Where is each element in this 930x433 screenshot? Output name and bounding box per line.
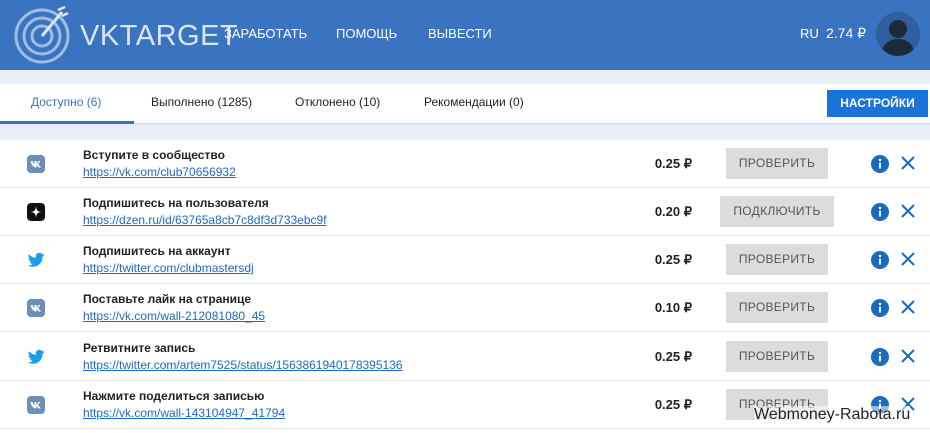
brand-name[interactable]: VKTARGET xyxy=(80,20,238,52)
avatar[interactable] xyxy=(876,12,920,56)
check-button[interactable]: ПРОВЕРИТЬ xyxy=(726,244,828,275)
close-icon[interactable] xyxy=(900,251,916,267)
task-price: 0.25 ₽ xyxy=(654,156,692,171)
active-tab-indicator xyxy=(0,121,134,124)
tab-rejected[interactable]: Отклонено (10) xyxy=(295,95,380,109)
check-button[interactable]: ПРОВЕРИТЬ xyxy=(726,292,828,323)
info-icon[interactable] xyxy=(871,155,889,173)
nav-withdraw[interactable]: ВЫВЕСТИ xyxy=(428,26,492,42)
language-selector[interactable]: RU xyxy=(800,26,819,42)
task-row: Ретвитните запись https://twitter.com/ar… xyxy=(0,333,930,381)
dzen-icon xyxy=(27,203,45,221)
tab-available[interactable]: Доступно (6) xyxy=(31,95,101,109)
check-button[interactable]: ПРОВЕРИТЬ xyxy=(726,148,828,179)
vk-icon xyxy=(27,155,45,173)
user-silhouette-icon xyxy=(881,20,915,56)
task-link[interactable]: https://twitter.com/clubmastersdj xyxy=(83,261,254,275)
settings-button[interactable]: НАСТРОЙКИ xyxy=(827,90,928,117)
task-row: Подпишитесь на аккаунт https://twitter.c… xyxy=(0,236,930,284)
task-price: 0.20 ₽ xyxy=(654,204,692,219)
twitter-icon xyxy=(27,349,45,364)
close-icon[interactable] xyxy=(900,155,916,171)
tab-recommendations[interactable]: Рекомендации (0) xyxy=(424,95,524,109)
info-icon[interactable] xyxy=(871,203,889,221)
top-header: VKTARGET ЗАРАБОТАТЬ ПОМОЩЬ ВЫВЕСТИ RU 2.… xyxy=(0,0,930,70)
task-title: Вступите в сообщество xyxy=(83,148,225,162)
info-icon[interactable] xyxy=(871,348,889,366)
vk-icon xyxy=(27,299,45,317)
close-icon[interactable] xyxy=(900,348,916,364)
task-title: Ретвитните запись xyxy=(83,341,196,355)
task-price: 0.25 ₽ xyxy=(654,252,692,267)
task-link[interactable]: https://vk.com/wall-212081080_45 xyxy=(83,309,265,323)
check-button[interactable]: ПРОВЕРИТЬ xyxy=(726,341,828,372)
task-price: 0.25 ₽ xyxy=(654,349,692,364)
task-row: Подпишитесь на пользователя https://dzen… xyxy=(0,188,930,236)
task-link[interactable]: https://vk.com/wall-143104947_41794 xyxy=(83,406,285,420)
nav-help[interactable]: ПОМОЩЬ xyxy=(336,26,397,42)
task-link[interactable]: https://twitter.com/artem7525/status/156… xyxy=(83,358,403,372)
close-icon[interactable] xyxy=(900,203,916,219)
task-list: Вступите в сообщество https://vk.com/clu… xyxy=(0,140,930,433)
task-title: Поставьте лайк на странице xyxy=(83,292,252,306)
site-watermark: Webmoney-Rabota.ru xyxy=(754,406,911,424)
task-link[interactable]: https://dzen.ru/id/63765a8cb7c8df3d733eb… xyxy=(83,213,327,227)
balance-amount: 2.74 ₽ xyxy=(826,25,867,41)
task-price: 0.10 ₽ xyxy=(654,300,692,315)
task-row: Вступите в сообщество https://vk.com/clu… xyxy=(0,140,930,188)
task-price: 0.25 ₽ xyxy=(654,397,692,412)
task-title: Подпишитесь на пользователя xyxy=(83,196,269,210)
target-logo-icon[interactable] xyxy=(12,4,72,64)
task-title: Нажмите поделиться записью xyxy=(83,389,265,403)
nav-earn[interactable]: ЗАРАБОТАТЬ xyxy=(224,26,307,42)
task-row: Поставьте лайк на странице https://vk.co… xyxy=(0,284,930,332)
close-icon[interactable] xyxy=(900,299,916,315)
twitter-icon xyxy=(27,252,45,267)
tabs-bar: Доступно (6) Выполнено (1285) Отклонено … xyxy=(0,84,930,124)
vk-icon xyxy=(27,396,45,414)
task-link[interactable]: https://vk.com/club70656932 xyxy=(83,165,236,179)
connect-button[interactable]: ПОДКЛЮЧИТЬ xyxy=(720,196,834,227)
info-icon[interactable] xyxy=(871,251,889,269)
tab-completed[interactable]: Выполнено (1285) xyxy=(151,95,252,109)
info-icon[interactable] xyxy=(871,299,889,317)
task-title: Подпишитесь на аккаунт xyxy=(83,244,231,258)
